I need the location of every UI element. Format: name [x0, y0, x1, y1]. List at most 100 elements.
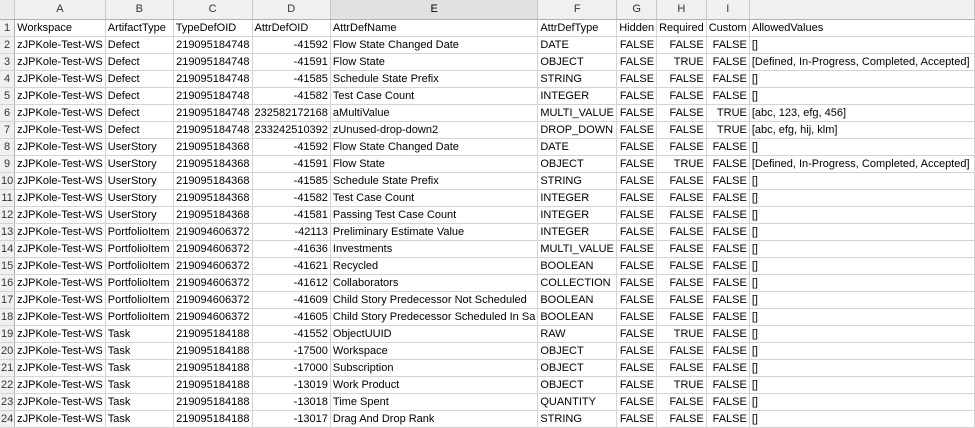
row-header[interactable]: 17	[0, 291, 16, 309]
cell[interactable]: []	[749, 189, 975, 207]
row-header[interactable]: 10	[0, 172, 16, 190]
cell[interactable]: FALSE	[616, 104, 658, 122]
cell[interactable]: FALSE	[656, 36, 707, 54]
cell[interactable]: FALSE	[656, 240, 707, 258]
row-header[interactable]: 20	[0, 342, 16, 360]
cell[interactable]: TRUE	[706, 104, 750, 122]
cell[interactable]: FALSE	[616, 189, 658, 207]
cell[interactable]: Schedule State Prefix	[329, 70, 539, 88]
cell[interactable]: -42113	[252, 223, 331, 241]
column-header-f[interactable]: F	[537, 0, 618, 20]
row-header[interactable]: 23	[0, 393, 16, 411]
cell[interactable]: []	[749, 240, 975, 258]
cell[interactable]: FALSE	[706, 172, 750, 190]
cell[interactable]: FALSE	[616, 70, 658, 88]
cell[interactable]: TRUE	[656, 53, 707, 71]
cell[interactable]: zJPKole-Test-WS	[14, 376, 106, 394]
cell[interactable]: []	[749, 359, 975, 377]
cell[interactable]: FALSE	[656, 189, 707, 207]
cell[interactable]: FALSE	[656, 257, 707, 275]
cell[interactable]: STRING	[537, 410, 618, 428]
cell[interactable]: []	[749, 410, 975, 428]
cell[interactable]: -41636	[252, 240, 331, 258]
cell[interactable]: UserStory	[105, 189, 174, 207]
cell[interactable]: -41591	[252, 155, 331, 173]
cell[interactable]: []	[749, 36, 975, 54]
cell[interactable]: Custom	[706, 19, 750, 37]
cell[interactable]: TRUE	[656, 325, 707, 343]
cell[interactable]: 219094606372	[173, 291, 253, 309]
cell[interactable]: FALSE	[706, 393, 750, 411]
cell[interactable]: Defect	[105, 36, 174, 54]
cell[interactable]: Child Story Predecessor Not Scheduled	[329, 291, 539, 309]
cell[interactable]: zJPKole-Test-WS	[14, 274, 106, 292]
cell[interactable]: -41592	[252, 36, 331, 54]
cell[interactable]: FALSE	[616, 223, 658, 241]
cell[interactable]: zJPKole-Test-WS	[14, 155, 106, 173]
cell[interactable]: []	[749, 87, 975, 105]
column-header-j[interactable]	[749, 0, 975, 20]
cell[interactable]: BOOLEAN	[537, 308, 618, 326]
cell[interactable]: -17000	[252, 359, 331, 377]
row-header[interactable]: 13	[0, 223, 16, 241]
cell[interactable]: zJPKole-Test-WS	[14, 138, 106, 156]
cell[interactable]: []	[749, 342, 975, 360]
cell[interactable]: FALSE	[706, 36, 750, 54]
row-header[interactable]: 18	[0, 308, 16, 326]
cell[interactable]: FALSE	[656, 104, 707, 122]
cell[interactable]: Hidden	[616, 19, 658, 37]
cell[interactable]: 219094606372	[173, 223, 253, 241]
cell[interactable]: 219095184188	[173, 410, 253, 428]
cell[interactable]: 219095184188	[173, 359, 253, 377]
cell[interactable]: FALSE	[656, 121, 707, 139]
cell[interactable]: -41605	[252, 308, 331, 326]
cell[interactable]: PortfolioItem	[105, 223, 174, 241]
cell[interactable]: Investments	[329, 240, 539, 258]
cell[interactable]: [abc, 123, efg, 456]	[749, 104, 975, 122]
cell[interactable]: -41581	[252, 206, 331, 224]
cell[interactable]: 219095184368	[173, 206, 253, 224]
cell[interactable]: Defect	[105, 70, 174, 88]
row-header[interactable]: 12	[0, 206, 16, 224]
cell[interactable]: []	[749, 325, 975, 343]
cell[interactable]: STRING	[537, 172, 618, 190]
cell[interactable]: FALSE	[656, 70, 707, 88]
cell[interactable]: 219095184368	[173, 138, 253, 156]
cell[interactable]: 219095184188	[173, 376, 253, 394]
cell[interactable]: FALSE	[656, 359, 707, 377]
row-header[interactable]: 16	[0, 274, 16, 292]
cell[interactable]: FALSE	[616, 376, 658, 394]
row-header[interactable]: 6	[0, 104, 16, 122]
row-header[interactable]: 9	[0, 155, 16, 173]
cell[interactable]: Required	[656, 19, 707, 37]
cell[interactable]: FALSE	[616, 53, 658, 71]
cell[interactable]: FALSE	[706, 257, 750, 275]
cell[interactable]: INTEGER	[537, 223, 618, 241]
cell[interactable]: BOOLEAN	[537, 291, 618, 309]
column-header-b[interactable]: B	[105, 0, 174, 20]
cell[interactable]: Flow State	[329, 155, 539, 173]
cell[interactable]: RAW	[537, 325, 618, 343]
cell[interactable]: DATE	[537, 138, 618, 156]
cell[interactable]: Task	[105, 325, 174, 343]
cell[interactable]: []	[749, 291, 975, 309]
cell[interactable]: ObjectUUID	[329, 325, 539, 343]
cell[interactable]: []	[749, 172, 975, 190]
cell[interactable]: FALSE	[616, 155, 658, 173]
cell[interactable]: []	[749, 393, 975, 411]
cell[interactable]: FALSE	[616, 410, 658, 428]
cell[interactable]: []	[749, 257, 975, 275]
cell[interactable]: zJPKole-Test-WS	[14, 206, 106, 224]
cell[interactable]: OBJECT	[537, 155, 618, 173]
cell[interactable]: -41552	[252, 325, 331, 343]
cell[interactable]: UserStory	[105, 138, 174, 156]
row-header[interactable]: 19	[0, 325, 16, 343]
cell[interactable]: zUnused-drop-down2	[329, 121, 539, 139]
cell[interactable]: UserStory	[105, 155, 174, 173]
cell[interactable]: INTEGER	[537, 206, 618, 224]
row-header[interactable]: 24	[0, 410, 16, 428]
cell[interactable]: FALSE	[706, 410, 750, 428]
cell[interactable]: Task	[105, 359, 174, 377]
cell[interactable]: Task	[105, 342, 174, 360]
cell[interactable]: Flow State Changed Date	[329, 36, 539, 54]
